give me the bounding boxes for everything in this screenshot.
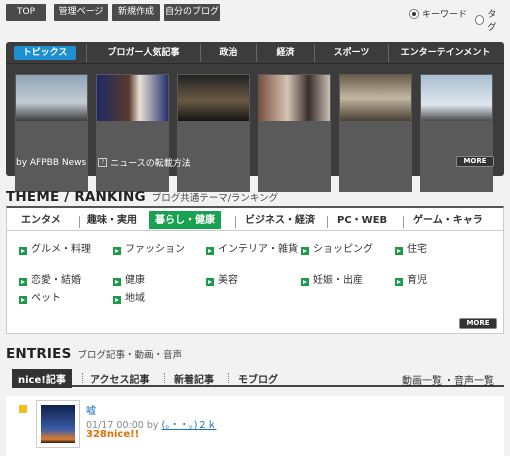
- arrow-icon: [395, 278, 403, 286]
- category-business[interactable]: ビジネス・経済: [245, 213, 315, 229]
- entries-subtitle: ブログ記事・動画・音声: [77, 350, 183, 361]
- theme-item[interactable]: 育児: [407, 274, 427, 288]
- tab-nice-articles[interactable]: nice!記事: [12, 369, 72, 388]
- entry-by: by: [146, 420, 159, 431]
- question-icon: ?: [98, 158, 108, 167]
- top-bar: TOP 管理ページ 新規作成 自分のブログ キーワード タグ: [6, 4, 504, 33]
- theme-item[interactable]: 地域: [125, 292, 145, 306]
- theme-item[interactable]: ファッション: [125, 243, 185, 257]
- arrow-icon: [113, 278, 121, 286]
- category-pc-web[interactable]: PC・WEB: [337, 213, 387, 229]
- topics-byline: by AFPBB News ? ニュースの転載方法: [16, 156, 191, 170]
- tab-access-articles[interactable]: アクセス記事: [90, 371, 150, 386]
- theme-item[interactable]: 妊娠・出産: [313, 274, 363, 288]
- entry-image: [41, 405, 75, 443]
- arrow-icon: [19, 247, 27, 255]
- entry-user-link[interactable]: (。・・。)２ｋ: [162, 420, 217, 431]
- entries-title: ENTRIES: [6, 346, 72, 362]
- divider: [327, 216, 328, 228]
- topics-more-button[interactable]: MORE: [456, 156, 494, 167]
- radio-selected-icon: [409, 8, 419, 19]
- theme-categories: エンタメ 趣味・実用 暮らし・健康 ビジネス・経済 PC・WEB ゲーム・キャラ: [7, 211, 503, 231]
- theme-item[interactable]: 健康: [125, 274, 145, 288]
- entry-nice-count: 328nice!!: [86, 429, 140, 440]
- arrow-icon: [395, 247, 403, 255]
- divider: [228, 373, 229, 383]
- topics-panel: トピックス ブロガー人気記事 政治 経済 スポーツ エンターテインメント by …: [6, 42, 504, 192]
- news-thumb-6[interactable]: [420, 74, 493, 192]
- theme-item[interactable]: 美容: [218, 274, 238, 288]
- divider: [82, 373, 83, 383]
- link-separator: ・: [444, 376, 454, 387]
- theme-item[interactable]: グルメ・料理: [31, 243, 91, 257]
- theme-heading: THEME / RANKING ブログ共通テーマ/ランキング: [6, 189, 278, 205]
- news-thumb-3[interactable]: [177, 74, 250, 192]
- my-blog-button[interactable]: 自分のブログ: [164, 4, 220, 21]
- entry-thumbnail[interactable]: [36, 400, 80, 448]
- radio-icon: [475, 15, 485, 25]
- news-thumb-1[interactable]: [15, 74, 88, 192]
- rank-badge: [19, 405, 27, 413]
- tab-economy[interactable]: 経済: [256, 44, 314, 62]
- theme-item[interactable]: 恋愛・結婚: [31, 274, 81, 288]
- theme-subtitle: ブログ共通テーマ/ランキング: [151, 193, 279, 204]
- tab-politics[interactable]: 政治: [200, 44, 256, 62]
- tab-blogger-popular[interactable]: ブロガー人気記事: [86, 44, 200, 62]
- entries-heading: ENTRIES ブログ記事・動画・音声: [6, 346, 182, 362]
- news-image: [97, 75, 168, 121]
- arrow-icon: [19, 278, 27, 286]
- arrow-icon: [206, 247, 214, 255]
- howto-repost-link[interactable]: ニュースの転載方法: [110, 156, 191, 169]
- new-post-button[interactable]: 新規作成: [112, 4, 160, 21]
- search-option-keyword[interactable]: キーワード: [409, 7, 467, 20]
- arrow-icon: [301, 247, 309, 255]
- arrow-icon: [301, 278, 309, 286]
- arrow-icon: [206, 278, 214, 286]
- news-image: [340, 75, 411, 121]
- arrow-icon: [113, 296, 121, 304]
- divider: [164, 373, 165, 383]
- audio-list-link[interactable]: 音声一覧: [454, 372, 494, 387]
- news-thumb-4[interactable]: [258, 74, 331, 192]
- divider: [235, 216, 236, 228]
- news-image: [178, 75, 249, 121]
- arrow-icon: [113, 247, 121, 255]
- category-entertainment[interactable]: エンタメ: [21, 213, 61, 229]
- search-option-label: キーワード: [422, 10, 468, 20]
- arrow-icon: [19, 296, 27, 304]
- news-source: by AFPBB News: [16, 157, 87, 168]
- search-option-tag[interactable]: タグ: [475, 7, 504, 33]
- entry-item: 嘘 01/17 00:00 by (。・・。)２ｋ 328nice!!: [6, 396, 504, 456]
- theme-item[interactable]: 住宅: [407, 243, 427, 257]
- top-button[interactable]: TOP: [6, 4, 46, 21]
- tab-moblog[interactable]: モブログ: [238, 371, 278, 386]
- theme-more-button[interactable]: MORE: [459, 318, 497, 329]
- theme-item[interactable]: ショッピング: [313, 243, 373, 257]
- topics-tabs: トピックス ブロガー人気記事 政治 経済 スポーツ エンターテインメント: [6, 42, 504, 64]
- entry-title[interactable]: 嘘: [86, 402, 96, 417]
- news-image: [259, 75, 330, 121]
- theme-panel: エンタメ 趣味・実用 暮らし・健康 ビジネス・経済 PC・WEB ゲーム・キャラ…: [6, 206, 504, 334]
- theme-item[interactable]: ペット: [31, 292, 61, 306]
- category-life-health[interactable]: 暮らし・健康: [149, 211, 221, 229]
- tab-entertainment[interactable]: エンターテインメント: [388, 44, 502, 62]
- news-image: [421, 75, 492, 121]
- category-hobby[interactable]: 趣味・実用: [87, 213, 137, 229]
- search-option-label: タグ: [487, 10, 497, 33]
- category-game[interactable]: ゲーム・キャラ: [413, 213, 483, 229]
- tab-topics[interactable]: トピックス: [14, 46, 76, 60]
- tab-sports[interactable]: スポーツ: [314, 44, 388, 62]
- divider: [79, 216, 80, 228]
- divider: [403, 216, 404, 228]
- admin-page-button[interactable]: 管理ページ: [54, 4, 108, 21]
- tab-new-articles[interactable]: 新着記事: [174, 371, 214, 386]
- news-thumb-5[interactable]: [339, 74, 412, 192]
- video-list-link[interactable]: 動画一覧: [402, 372, 442, 387]
- news-image: [16, 75, 87, 121]
- theme-title: THEME / RANKING: [6, 189, 146, 205]
- theme-item[interactable]: インテリア・雑貨: [218, 243, 298, 257]
- news-thumb-2[interactable]: [96, 74, 169, 192]
